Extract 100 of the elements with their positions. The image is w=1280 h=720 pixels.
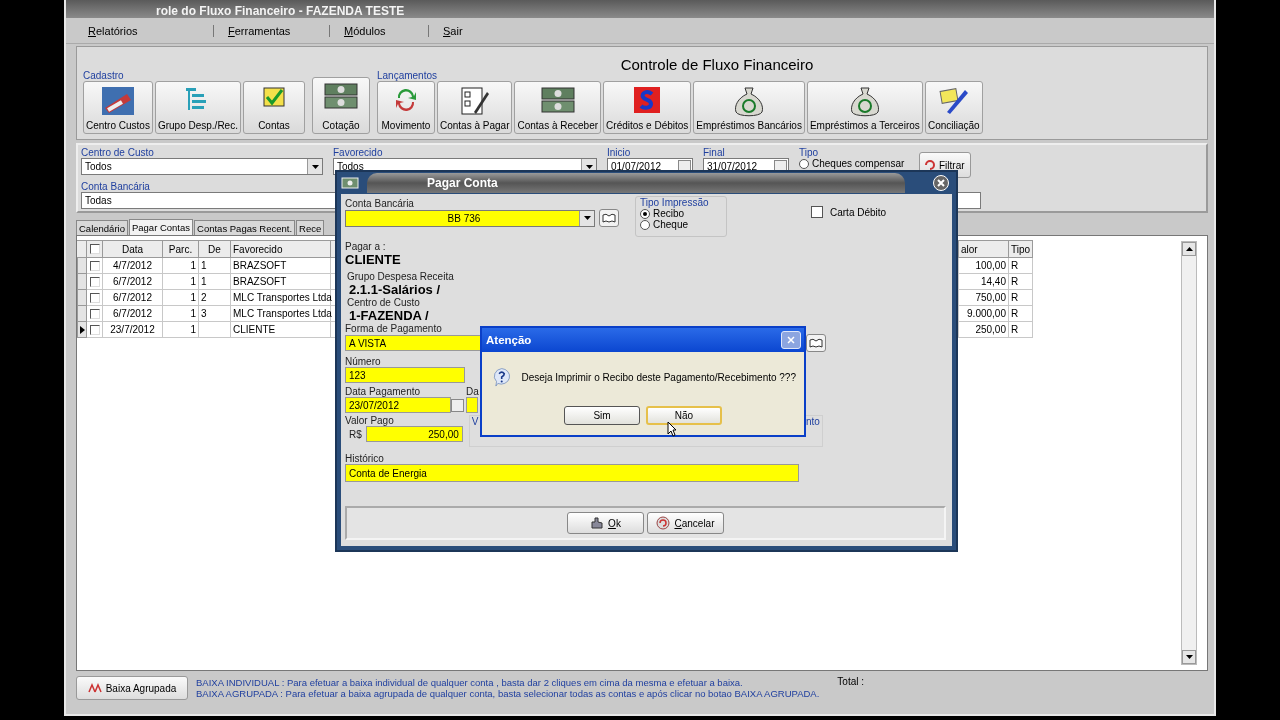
toolbar-button[interactable]: Empréstimos a Terceiros — [806, 81, 923, 134]
yes-button[interactable]: Sim — [564, 406, 640, 425]
field-label: Centro de Custo — [81, 147, 154, 158]
radio-option[interactable]: Cheques compensar — [799, 158, 909, 169]
radio-option[interactable]: Cheque — [640, 219, 718, 230]
table-cell: 1 — [163, 274, 199, 290]
table-cell: BRAZSOFT — [231, 274, 331, 290]
field-label: Valor Pago — [345, 415, 395, 426]
dropdown-arrow-icon — [585, 164, 593, 169]
toolbar-button[interactable]: Empréstimos Bancários — [693, 81, 805, 134]
tab[interactable]: Contas Pagas Recent. — [194, 220, 296, 235]
table-cell: 14,40 — [959, 274, 1009, 290]
field-label: Pagar a : — [345, 241, 387, 252]
field-label: Da — [466, 386, 479, 397]
mouse-pointer-icon — [667, 421, 677, 437]
refresh-icon — [924, 159, 936, 171]
toolbar-button[interactable]: Créditos e Débitos — [603, 81, 692, 134]
toolbar-button[interactable]: Movimento — [376, 81, 435, 134]
row-pointer-icon — [79, 325, 85, 334]
help-note: BAIXA AGRUPADA : Para efetuar a baixa agrupada de qualquer conta, basta selecionar todas as contas e após clicar no botao BAIXA AGRUPADA. — [196, 688, 820, 699]
column-header[interactable]: alor — [959, 240, 1009, 258]
toolbar-button[interactable]: Cotação — [311, 77, 370, 134]
history-field[interactable]: Conta de Energia — [345, 464, 799, 482]
column-header[interactable]: Parc. — [163, 240, 199, 258]
lookup-button[interactable] — [599, 209, 619, 227]
field-label: Grupo Despesa Receita — [347, 271, 455, 282]
menu-item[interactable]: Relatórios — [88, 24, 213, 37]
field-label: Número — [345, 356, 382, 367]
field-label: Forma de Pagamento — [345, 323, 443, 334]
field-label: Histórico — [345, 453, 385, 464]
alert-message: Deseja Imprimir o Recibo deste Pagamento/Recebimento ??? — [521, 371, 796, 383]
dropdown-arrow-icon — [583, 216, 591, 220]
table-cell: 1 — [199, 258, 231, 274]
menu-item[interactable]: Sair — [443, 24, 483, 37]
cancel-icon — [656, 516, 671, 530]
ok-button[interactable]: Ok — [567, 512, 644, 534]
table-cell: R — [1009, 258, 1033, 274]
toolbar-button[interactable]: Centro Custos — [83, 81, 153, 134]
table-cell: 100,00 — [959, 258, 1009, 274]
row-selector[interactable] — [77, 322, 87, 338]
table-cell: 6/7/2012 — [103, 290, 163, 306]
tab[interactable]: Calendário — [76, 220, 128, 235]
no-button[interactable]: Não — [646, 406, 722, 425]
tab[interactable]: Pagar Contas — [128, 219, 194, 235]
toolbar-button[interactable]: Contas — [242, 81, 305, 134]
column-header[interactable]: Favorecido — [231, 240, 331, 258]
table-cell: CLIENTE — [231, 322, 331, 338]
table-cell: 1 — [163, 306, 199, 322]
group-settle-button[interactable]: Baixa Agrupada — [76, 676, 188, 700]
radio-option[interactable]: Recibo — [640, 208, 718, 219]
table-cell: MLC Transportes Ltda — [231, 290, 331, 306]
group-label: Tipo Impressão — [640, 197, 710, 208]
column-header[interactable]: Tipo — [1009, 240, 1033, 258]
scroll-down-icon — [1185, 655, 1193, 659]
field-label: Tipo — [799, 147, 819, 158]
checkbox[interactable] — [89, 276, 100, 287]
toolbar-button[interactable]: Contas à Pagar — [436, 81, 513, 134]
scroll-up-icon — [1185, 247, 1193, 251]
payment-date-field[interactable]: 23/07/2012 — [345, 397, 451, 413]
lookup-button[interactable] — [806, 334, 826, 352]
number-field[interactable]: 123 — [345, 367, 465, 383]
table-cell: MLC Transportes Ltda — [231, 306, 331, 322]
banknote-icon — [341, 177, 359, 189]
toolbar-button[interactable]: Grupo Desp./Rec. — [154, 81, 241, 134]
dropdown-arrow-icon — [311, 164, 319, 169]
checkbox[interactable] — [89, 260, 100, 271]
app-heading: Controle de Fluxo Financeiro — [619, 56, 815, 72]
table-cell: 2 — [199, 290, 231, 306]
bank-account-dropdown[interactable]: BB 736 — [345, 209, 595, 227]
table-cell: 6/7/2012 — [103, 274, 163, 290]
table-cell: 250,00 — [959, 322, 1009, 338]
table-cell: 4/7/2012 — [103, 258, 163, 274]
toolbar-button[interactable]: Conciliação — [924, 81, 983, 134]
menu-item[interactable]: Ferramentas — [228, 24, 329, 37]
window-title: role do Fluxo Financeiro - FAZENDA TESTE — [156, 4, 405, 18]
cost-center: 1-FAZENDA / — [349, 308, 430, 323]
checkbox[interactable] — [89, 292, 100, 303]
tab[interactable]: Rece — [296, 220, 325, 235]
toolbar-button[interactable]: Contas à Receber — [514, 81, 602, 134]
banknote-icon — [323, 82, 358, 110]
group-label: Lançamentos — [376, 70, 437, 81]
amount-field[interactable]: 250,00 — [365, 426, 463, 442]
column-header[interactable]: Data — [103, 240, 163, 258]
cost-center-dropdown[interactable]: Todos — [81, 158, 323, 175]
currency-label: R$ — [349, 428, 362, 440]
menu-item[interactable]: Módulos — [344, 24, 428, 37]
dollar-sign-icon — [633, 86, 662, 114]
checkbox[interactable] — [89, 244, 100, 254]
date-field[interactable] — [466, 397, 478, 413]
table-cell: 3 — [199, 306, 231, 322]
checkbox[interactable] — [89, 324, 100, 335]
checkbox[interactable] — [89, 308, 100, 319]
help-note: BAIXA INDIVIDUAL : Para efetuar a baixa individual de qualquer conta , basta dar 2 cliques em cima da mesma e efetuar a baixa. — [196, 677, 744, 688]
scrollbar[interactable] — [1181, 241, 1197, 665]
column-header[interactable]: De — [199, 240, 231, 258]
group-label: Cadastro — [83, 70, 124, 81]
debit-card-checkbox[interactable]: Carta Débito — [811, 206, 887, 218]
expense-group: 2.1.1-Salários / — [349, 282, 946, 297]
table-cell: R — [1009, 274, 1033, 290]
cancel-button[interactable]: Cancelar — [647, 512, 724, 534]
